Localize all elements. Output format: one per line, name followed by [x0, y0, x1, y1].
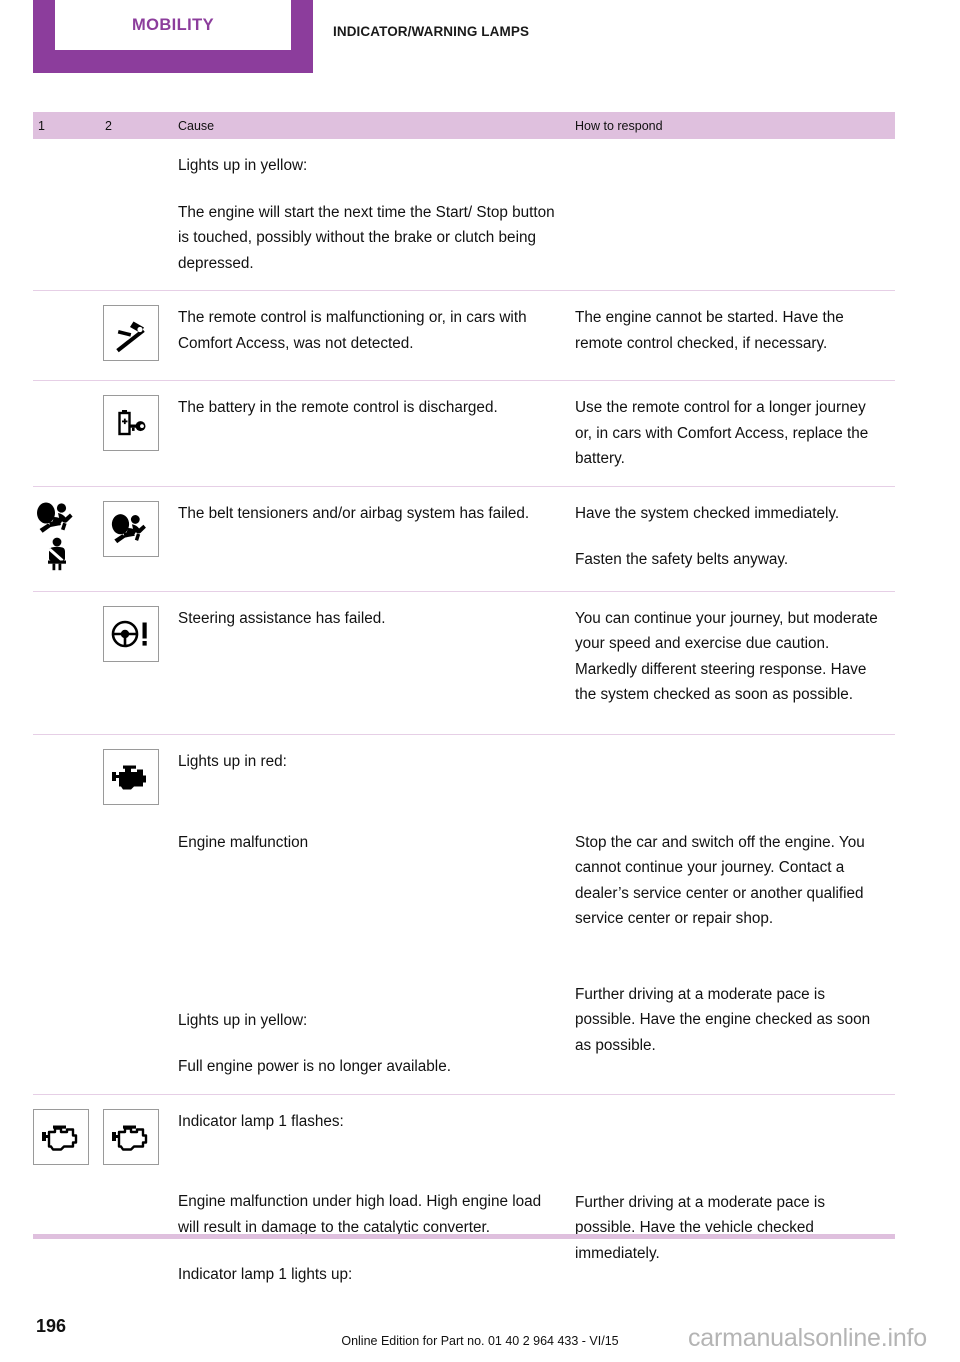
- row-cause-cell: Indicator lamp 1 flashes: Engine malfunc…: [178, 1095, 575, 1302]
- row-icon-cell-2: [103, 1095, 178, 1165]
- row-cause-cell: Lights up in red: Engine malfunction Lig…: [178, 735, 575, 1094]
- row-icon-cell-1: [33, 1095, 103, 1165]
- cause-paragraph: Lights up in red:: [178, 752, 287, 770]
- column-header-2: 2: [105, 118, 112, 133]
- seatbelt-icon: [33, 537, 81, 571]
- table-row: The battery in the remote control is dis…: [33, 380, 895, 486]
- engine-outline-icon: [33, 1108, 89, 1165]
- respond-paragraph: Further driving at a moderate pace is po…: [575, 985, 871, 1054]
- battery-key-icon: [103, 395, 159, 451]
- row-cause-cell: Steering assistance has failed.: [178, 592, 575, 646]
- cause-paragraph: Engine malfunction under high load. High…: [178, 1193, 542, 1236]
- row-cause-cell: The battery in the remote control is dis…: [178, 381, 575, 435]
- section-title: INDICATOR/WARNING LAMPS: [333, 24, 530, 39]
- row-icon-cell-2: [103, 291, 178, 361]
- airbag-icon: [33, 501, 81, 535]
- row-respond-cell: You can continue your journey, but moder…: [575, 592, 895, 722]
- cause-paragraph: Indicator lamp 1 lights up:: [178, 1266, 353, 1283]
- row-icon-cell-2: [103, 735, 178, 805]
- table-row: The belt tensioners and/or airbag system…: [33, 485, 895, 591]
- engine-solid-icon: [103, 748, 159, 805]
- indicator-lamps-table: 1 2 Cause How to respond Lights up in ye…: [33, 112, 895, 1302]
- row-respond-cell: Stop the car and switch off the engine. …: [575, 735, 895, 1073]
- steering-wheel-warning-icon: [103, 605, 159, 662]
- bottom-rule: [33, 1234, 895, 1239]
- cause-paragraph: Indicator lamp 1 flashes:: [178, 1112, 344, 1130]
- cause-paragraph: Engine malfunction: [178, 834, 309, 851]
- mobility-tab-label: MOBILITY: [131, 15, 215, 34]
- column-header-1: 1: [38, 118, 45, 133]
- respond-paragraph: Use the remote control for a longer jour…: [575, 399, 869, 467]
- table-row: Indicator lamp 1 flashes: Engine malfunc…: [33, 1093, 895, 1302]
- site-watermark: carmanualsonline.info: [688, 1324, 928, 1352]
- row-respond-cell: Use the remote control for a longer jour…: [575, 381, 895, 486]
- respond-paragraph: Stop the car and switch off the engine. …: [575, 833, 865, 928]
- cause-paragraph: Lights up in yellow:: [178, 157, 308, 174]
- row-cause-cell: The belt tensioners and/or airbag system…: [178, 487, 575, 541]
- row-icon-cell-2: [103, 592, 178, 662]
- icon-stack: [33, 501, 103, 571]
- table-header-row: 1 2 Cause How to respond: [33, 112, 895, 139]
- cause-paragraph: The belt tensioners and/or airbag system…: [178, 504, 530, 522]
- row-respond-cell: The engine cannot be started. Have the r…: [575, 291, 895, 370]
- engine-outline-icon: [103, 1108, 159, 1165]
- cause-paragraph: Full engine power is no longer available…: [178, 1058, 451, 1075]
- row-respond-cell: [575, 139, 895, 167]
- respond-paragraph: Fasten the safety belts anyway.: [575, 551, 789, 568]
- table-row: Lights up in red: Engine malfunction Lig…: [33, 733, 895, 1094]
- cause-paragraph: Lights up in yellow:: [178, 1011, 308, 1029]
- remote-control-key-icon: [103, 305, 159, 361]
- row-respond-cell: Have the system checked immediately. Fas…: [575, 487, 895, 587]
- table-row: The remote control is malfunctioning or,…: [33, 290, 895, 380]
- page-header: MOBILITY INDICATOR/WARNING LAMPS: [0, 0, 960, 80]
- row-respond-cell: Further driving at a moderate pace is po…: [575, 1095, 895, 1281]
- respond-paragraph: You can continue your journey, but moder…: [575, 609, 878, 704]
- mobility-tab-inner: MOBILITY: [55, 0, 291, 50]
- table-row: Lights up in yellow: The engine will sta…: [33, 139, 895, 290]
- column-header-respond: How to respond: [575, 118, 663, 133]
- row-cause-cell: The remote control is malfunctioning or,…: [178, 291, 575, 370]
- respond-paragraph: The engine cannot be started. Have the r…: [575, 309, 844, 352]
- airbag-icon: [103, 500, 159, 557]
- mobility-tab-block: MOBILITY: [33, 0, 313, 73]
- column-header-cause: Cause: [178, 118, 215, 133]
- row-icon-cell-1: [33, 487, 103, 571]
- cause-paragraph: The remote control is malfunctioning or,…: [178, 309, 527, 352]
- row-icon-cell-2: [103, 487, 178, 557]
- cause-paragraph: Steering assistance has failed.: [178, 609, 386, 627]
- respond-paragraph: Have the system checked immediately.: [575, 504, 840, 522]
- cause-paragraph: The engine will start the next time the …: [178, 203, 555, 272]
- row-icon-cell-2: [103, 381, 178, 451]
- cause-paragraph: The battery in the remote control is dis…: [178, 399, 498, 416]
- respond-paragraph: Further driving at a moderate pace is po…: [575, 1193, 825, 1262]
- row-cause-cell: Lights up in yellow: The engine will sta…: [178, 139, 575, 290]
- table-row: Steering assistance has failed. You can …: [33, 590, 895, 734]
